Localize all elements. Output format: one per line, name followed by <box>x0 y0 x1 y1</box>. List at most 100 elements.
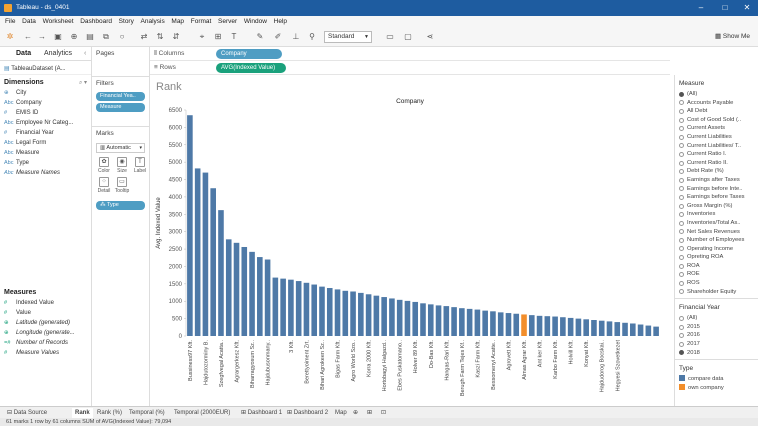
measure-filter-option[interactable]: Inventories <box>675 210 758 219</box>
rows-shelf[interactable]: ≡ Rows AVG(Indexed Value) <box>150 61 670 75</box>
bar[interactable] <box>326 288 333 336</box>
bar[interactable] <box>187 115 193 336</box>
redo-icon[interactable]: → <box>36 31 48 43</box>
bar[interactable] <box>435 305 442 336</box>
legend-item-own[interactable]: own company <box>675 383 758 393</box>
menu-analysis[interactable]: Analysis <box>141 16 165 27</box>
bar[interactable] <box>295 281 302 336</box>
legend-item-compare[interactable]: compare data <box>675 375 758 384</box>
menu-server[interactable]: Server <box>218 16 237 27</box>
bar[interactable] <box>389 298 395 336</box>
bar[interactable] <box>583 319 589 336</box>
tab-rank[interactable]: Rank <box>72 408 93 418</box>
menu-data[interactable]: Data <box>22 16 36 27</box>
bar[interactable] <box>358 292 364 336</box>
measure-filter-option[interactable]: Current Liabilities/ T.. <box>675 142 758 151</box>
bar[interactable] <box>272 277 279 336</box>
bar[interactable] <box>552 316 558 336</box>
bar[interactable] <box>404 300 411 336</box>
year-filter-option[interactable]: 2015 <box>675 323 758 332</box>
menu-story[interactable]: Story <box>119 16 134 27</box>
bar[interactable] <box>622 322 628 336</box>
bar[interactable] <box>288 279 294 336</box>
fit-dropdown[interactable]: Standard ▼ <box>324 31 372 43</box>
share-icon[interactable]: ⋖ <box>424 31 436 43</box>
bar[interactable] <box>598 320 605 336</box>
field-financial-year[interactable]: # Financial Year <box>0 128 91 138</box>
bar[interactable] <box>249 251 255 336</box>
year-filter-option[interactable]: 2018 <box>675 349 758 358</box>
presentation-icon[interactable]: ▭ <box>384 31 396 43</box>
measure-filter-option[interactable]: Current Ratio I. <box>675 150 758 159</box>
measure-filter-option[interactable]: Accounts Payable <box>675 99 758 108</box>
bar[interactable] <box>645 325 652 336</box>
measure-filter-option[interactable]: Gross Margin (%) <box>675 202 758 211</box>
bar[interactable] <box>575 318 582 336</box>
search-icon[interactable]: ⌕ ▾ <box>79 79 87 87</box>
bar[interactable] <box>427 304 434 336</box>
bar[interactable] <box>451 307 457 336</box>
bar[interactable] <box>528 315 535 336</box>
save-icon[interactable]: ▣ <box>52 31 64 43</box>
marks-detail-button[interactable]: ⁘ Detail <box>96 177 112 195</box>
bar[interactable] <box>630 323 636 336</box>
tab-dashboard-1[interactable]: ⊞ Dashboard 1 <box>238 408 285 418</box>
new-sheet-icon[interactable]: ▤ <box>84 31 96 43</box>
undo-icon[interactable]: ← <box>22 31 34 43</box>
swap-icon[interactable]: ⇄ <box>138 31 150 43</box>
measure-filter-option[interactable]: ROE <box>675 270 758 279</box>
bar[interactable] <box>544 316 551 336</box>
bar[interactable] <box>350 291 356 336</box>
measure-filter-option[interactable]: Earnings after Taxes <box>675 176 758 185</box>
group-icon[interactable]: ⊞ <box>212 31 224 43</box>
bar[interactable] <box>420 303 426 336</box>
bar[interactable] <box>614 322 621 336</box>
bar[interactable] <box>342 290 349 336</box>
measure-filter-option[interactable]: ROS <box>675 279 758 288</box>
measure-filter-option[interactable]: Earnings before Taxes <box>675 193 758 202</box>
bar[interactable] <box>637 324 644 336</box>
maximize-icon[interactable]: □ <box>714 2 736 14</box>
bar[interactable] <box>373 295 380 336</box>
field-emis-id[interactable]: # EMIS ID <box>0 108 91 118</box>
measure-filter-option[interactable]: Debt Rate (%) <box>675 167 758 176</box>
pin-icon[interactable]: ⚲ <box>306 31 318 43</box>
measure-filter-option[interactable]: Current Ratio II. <box>675 159 758 168</box>
bar[interactable] <box>381 297 387 336</box>
field-measure-values[interactable]: # Measure Values <box>0 348 91 358</box>
filter-pill-financial-year[interactable]: Financial Yea.. <box>96 92 145 101</box>
bar[interactable] <box>319 286 325 336</box>
measure-filter-option[interactable]: Shareholder Equity <box>675 288 758 297</box>
close-icon[interactable]: ✕ <box>736 2 758 14</box>
measure-filter-option[interactable]: Cost of Good Sold (.. <box>675 116 758 125</box>
sort-ascending-icon[interactable]: ⇅ <box>154 31 166 43</box>
new-worksheet-icon[interactable]: ⊕ <box>350 408 361 418</box>
field-value[interactable]: # Value <box>0 308 91 318</box>
marks-pill-type[interactable]: ⁂ Type <box>96 201 145 210</box>
show-me-button[interactable]: ▦ Show Me <box>715 32 750 40</box>
bar[interactable] <box>334 289 341 336</box>
field-employee-nr-category[interactable]: Abc Employee Nr Categ... <box>0 118 91 128</box>
device-preview-icon[interactable]: ▢ <box>402 31 414 43</box>
bar[interactable] <box>241 246 248 336</box>
field-legal-form[interactable]: Abc Legal Form <box>0 138 91 148</box>
measure-filter-option[interactable]: All Debt <box>675 107 758 116</box>
clear-sheet-icon[interactable]: ○ <box>116 31 128 43</box>
bar[interactable] <box>466 308 473 336</box>
bar[interactable] <box>497 312 504 336</box>
field-measure-names[interactable]: Abc Measure Names <box>0 168 91 178</box>
bar[interactable] <box>264 259 271 336</box>
menu-window[interactable]: Window <box>244 16 267 27</box>
bar[interactable] <box>257 257 263 336</box>
rows-pill-indexed-value[interactable]: AVG(Indexed Value) <box>216 63 286 73</box>
bar[interactable] <box>482 310 488 336</box>
measure-filter-option[interactable]: Operating Income <box>675 245 758 254</box>
new-dashboard-icon[interactable]: ⊞ <box>364 408 375 418</box>
bar[interactable] <box>513 313 520 336</box>
bar[interactable] <box>280 278 286 336</box>
menu-map[interactable]: Map <box>171 16 184 27</box>
bar[interactable] <box>474 309 481 336</box>
bar[interactable] <box>233 242 240 336</box>
bar[interactable] <box>591 320 597 336</box>
bar[interactable] <box>412 301 419 336</box>
